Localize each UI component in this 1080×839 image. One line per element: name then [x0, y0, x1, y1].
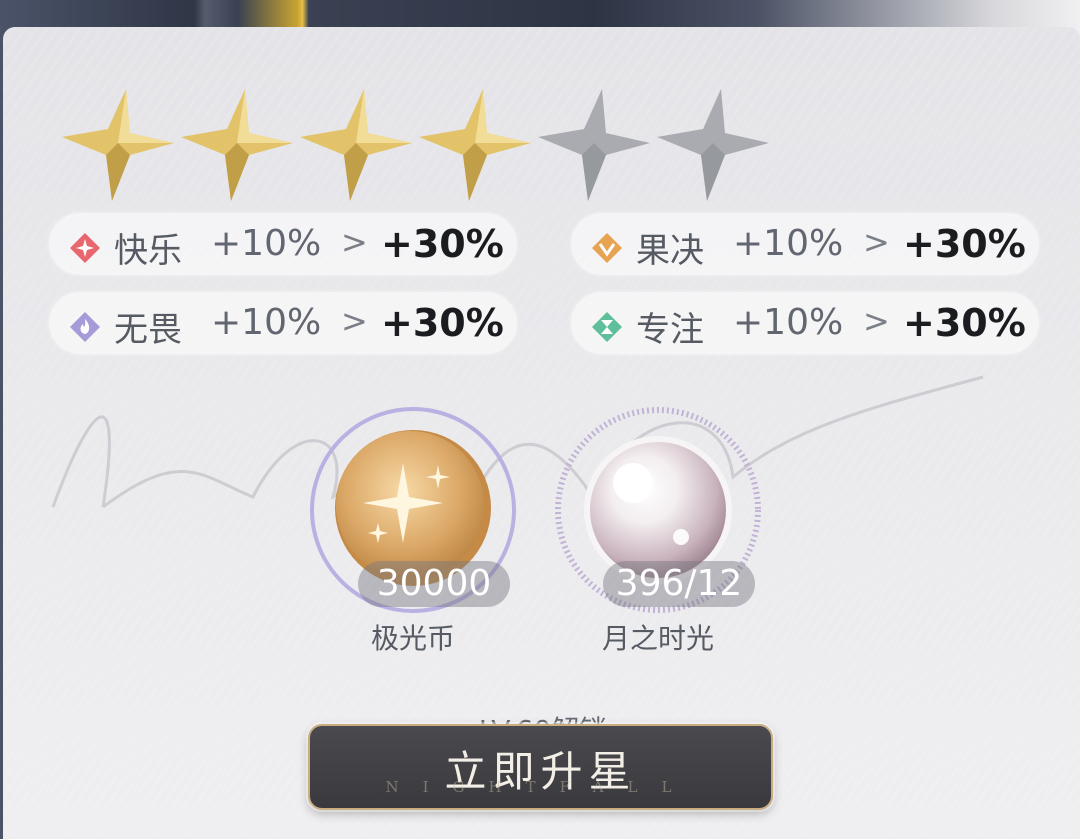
chevron-right-icon: > — [341, 302, 368, 340]
cost-label: 极光币 — [370, 622, 455, 655]
flame-gem-icon — [70, 312, 100, 342]
stat-current-value: +10% — [733, 223, 844, 264]
star-upgrade-panel: 快乐 +10% > +30% 果决 +10% > +30% 无畏 +10% > … — [3, 27, 1080, 839]
chevron-right-icon: > — [341, 223, 368, 261]
stat-current-value: +10% — [211, 223, 322, 264]
shield-gem-icon — [592, 233, 622, 263]
stat-name: 专注 — [636, 310, 704, 350]
cost-item-moon-time[interactable]: 396/12 月之时光 — [553, 405, 763, 695]
stat-row-happiness: 快乐 +10% > +30% — [49, 213, 517, 275]
stat-row-fearlessness: 无畏 +10% > +30% — [49, 292, 517, 354]
cost-label: 月之时光 — [601, 622, 714, 655]
star-filled-icon — [62, 89, 174, 201]
stat-next-value: +30% — [903, 301, 1026, 345]
star-empty-icon — [657, 89, 769, 201]
quantity-badge: 30000 — [358, 561, 510, 607]
stat-name: 无畏 — [114, 310, 182, 350]
chevron-right-icon: > — [863, 302, 890, 340]
stat-current-value: +10% — [733, 302, 844, 343]
watermark-script — [51, 375, 984, 509]
stat-name: 果决 — [636, 231, 704, 271]
hourglass-gem-icon — [592, 312, 622, 342]
stat-name: 快乐 — [114, 231, 182, 271]
stat-next-value: +30% — [381, 222, 504, 266]
stat-current-value: +10% — [211, 302, 322, 343]
chevron-right-icon: > — [863, 223, 890, 261]
sparkle-gem-icon — [70, 233, 100, 263]
star-empty-icon — [538, 89, 650, 201]
quantity-badge: 396/12 — [603, 561, 755, 607]
star-rating — [58, 85, 778, 205]
stat-next-value: +30% — [381, 301, 504, 345]
star-filled-icon — [300, 89, 412, 201]
stat-row-decisiveness: 果决 +10% > +30% — [571, 213, 1039, 275]
cost-item-aurora-coin[interactable]: 30000 极光币 — [308, 405, 518, 695]
star-filled-icon — [419, 89, 531, 201]
nightfall-logo-text: NIGHTFALL — [385, 778, 696, 796]
stat-next-value: +30% — [903, 222, 1026, 266]
upgrade-star-button[interactable]: 立即升星 NIGHTFALL — [308, 724, 773, 810]
star-filled-icon — [181, 89, 293, 201]
stat-row-focus: 专注 +10% > +30% — [571, 292, 1039, 354]
